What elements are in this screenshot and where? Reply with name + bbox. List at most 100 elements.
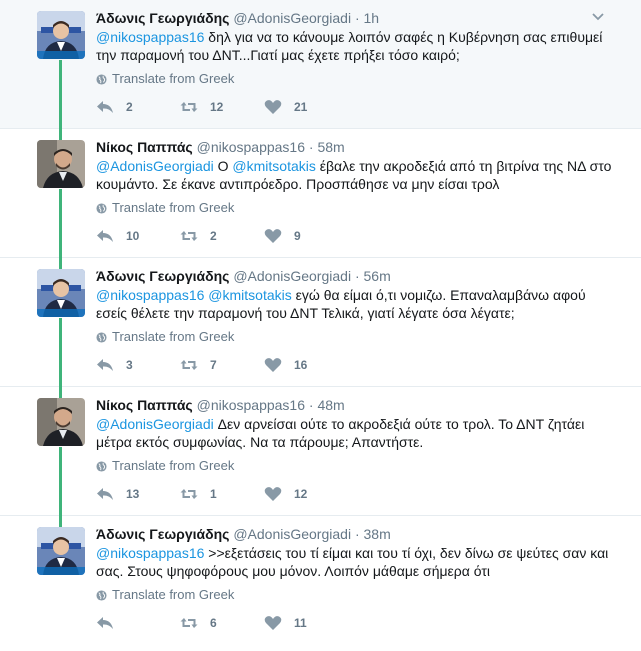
tweet[interactable]: Νίκος Παππάς @nikospappas16 · 48m @Adoni… (0, 387, 641, 516)
globe-icon (96, 460, 107, 472)
display-name[interactable]: Νίκος Παππάς (96, 397, 193, 413)
mention-link[interactable]: @nikospappas16 (96, 287, 204, 303)
tweet-header: Άδωνις Γεωργιάδης @AdonisGeorgiadi · 56m (96, 267, 601, 285)
retweet-button[interactable]: 7 (180, 357, 264, 373)
heart-icon (264, 616, 282, 630)
translate-label: Translate from Greek (112, 200, 235, 215)
thread-connector-top (59, 129, 62, 140)
translate-link[interactable]: Translate from Greek (96, 71, 234, 87)
mention-link[interactable]: @nikospappas16 (96, 545, 204, 561)
retweet-button[interactable]: 1 (180, 486, 264, 502)
heart-icon (264, 358, 282, 372)
retweet-icon (180, 231, 198, 241)
tweet-text: @AdonisGeorgiadi Ο @kmitsotakis έβαλε τη… (96, 157, 616, 193)
avatar[interactable] (37, 269, 85, 317)
reply-button[interactable]: 13 (96, 486, 180, 502)
heart-icon (264, 229, 282, 243)
username[interactable]: @AdonisGeorgiadi (233, 10, 351, 26)
retweet-icon (180, 489, 198, 499)
tweet[interactable]: Άδωνις Γεωργιάδης @AdonisGeorgiadi · 56m… (0, 258, 641, 387)
avatar[interactable] (37, 527, 85, 575)
thread-connector (59, 318, 62, 387)
reply-button[interactable]: 10 (96, 228, 180, 244)
translate-link[interactable]: Translate from Greek (96, 458, 234, 474)
retweet-count: 6 (210, 616, 217, 630)
separator-dot: · (354, 268, 360, 284)
tweet-actions: 3 7 16 (96, 357, 348, 373)
reply-count: 10 (126, 229, 140, 243)
retweet-count: 2 (210, 229, 217, 243)
reply-button[interactable]: 3 (96, 357, 180, 373)
tweet-text: @AdonisGeorgiadi Δεν αρνείσαι ούτε το ακ… (96, 415, 616, 451)
reply-button[interactable] (96, 615, 180, 631)
mention-link[interactable]: @kmitsotakis (208, 287, 291, 303)
thread-connector (59, 447, 62, 516)
like-count: 11 (294, 616, 307, 630)
avatar[interactable] (37, 11, 85, 59)
tweet-text: @nikospappas16 δηλ για να το κάνουμε λοι… (96, 28, 616, 64)
display-name[interactable]: Νίκος Παππάς (96, 139, 193, 155)
reply-icon (97, 359, 113, 371)
username[interactable]: @AdonisGeorgiadi (233, 268, 351, 284)
display-name[interactable]: Άδωνις Γεωργιάδης (96, 268, 229, 284)
globe-icon (96, 589, 107, 601)
retweet-button[interactable]: 2 (180, 228, 264, 244)
avatar[interactable] (37, 140, 85, 188)
retweet-button[interactable]: 12 (180, 99, 264, 115)
thread-connector-top (59, 516, 62, 527)
timestamp[interactable]: 58m (317, 139, 344, 155)
tweet-text: @nikospappas16 >>εξετάσεις του τί είμαι … (96, 544, 616, 580)
retweet-count: 12 (210, 100, 224, 114)
display-name[interactable]: Άδωνις Γεωργιάδης (96, 526, 229, 542)
like-button[interactable]: 12 (264, 486, 348, 502)
heart-icon (264, 487, 282, 501)
translate-link[interactable]: Translate from Greek (96, 587, 234, 603)
tweet-header: Νίκος Παππάς @nikospappas16 · 48m (96, 396, 601, 414)
like-button[interactable]: 11 (264, 615, 348, 631)
like-count: 12 (294, 487, 308, 501)
display-name[interactable]: Άδωνις Γεωργιάδης (96, 10, 229, 26)
tweet[interactable]: Άδωνις Γεωργιάδης @AdonisGeorgiadi · 38m… (0, 516, 641, 651)
tweet[interactable]: Νίκος Παππάς @nikospappas16 · 58m @Adoni… (0, 129, 641, 258)
mention-link[interactable]: @kmitsotakis (232, 158, 315, 174)
reply-button[interactable]: 2 (96, 99, 180, 115)
like-button[interactable]: 9 (264, 228, 348, 244)
reply-count: 13 (126, 487, 140, 501)
reply-icon (97, 488, 113, 500)
translate-link[interactable]: Translate from Greek (96, 200, 234, 216)
timestamp[interactable]: 56m (364, 268, 391, 284)
tweet[interactable]: Άδωνις Γεωργιάδης @AdonisGeorgiadi · 1h … (0, 0, 641, 129)
mention-link[interactable]: @nikospappas16 (96, 29, 204, 45)
globe-icon (96, 202, 107, 214)
separator-dot: · (354, 526, 360, 542)
reply-count: 2 (126, 100, 133, 114)
mention-link[interactable]: @AdonisGeorgiadi (96, 158, 214, 174)
translate-link[interactable]: Translate from Greek (96, 329, 234, 345)
reply-icon (97, 101, 113, 113)
tweet-body-pre: Ο (213, 158, 233, 174)
username[interactable]: @AdonisGeorgiadi (233, 526, 351, 542)
timestamp[interactable]: 48m (317, 397, 344, 413)
timestamp[interactable]: 38m (364, 526, 391, 542)
retweet-icon (180, 618, 198, 628)
like-button[interactable]: 21 (264, 99, 348, 115)
thread-connector (59, 189, 62, 258)
retweet-icon (180, 360, 198, 370)
avatar[interactable] (37, 398, 85, 446)
separator-dot: · (354, 10, 360, 26)
mention-link[interactable]: @AdonisGeorgiadi (96, 416, 214, 432)
translate-label: Translate from Greek (112, 587, 235, 602)
heart-icon (264, 100, 282, 114)
timestamp[interactable]: 1h (364, 10, 380, 26)
username[interactable]: @nikospappas16 (197, 139, 305, 155)
like-button[interactable]: 16 (264, 357, 348, 373)
globe-icon (96, 331, 107, 343)
retweet-count: 7 (210, 358, 217, 372)
tweet-header: Άδωνις Γεωργιάδης @AdonisGeorgiadi · 1h (96, 9, 601, 27)
username[interactable]: @nikospappas16 (197, 397, 305, 413)
separator-dot: · (308, 139, 314, 155)
retweet-button[interactable]: 6 (180, 615, 264, 631)
reply-icon (97, 230, 113, 242)
chevron-down-icon[interactable] (591, 10, 605, 24)
reply-count: 3 (126, 358, 133, 372)
